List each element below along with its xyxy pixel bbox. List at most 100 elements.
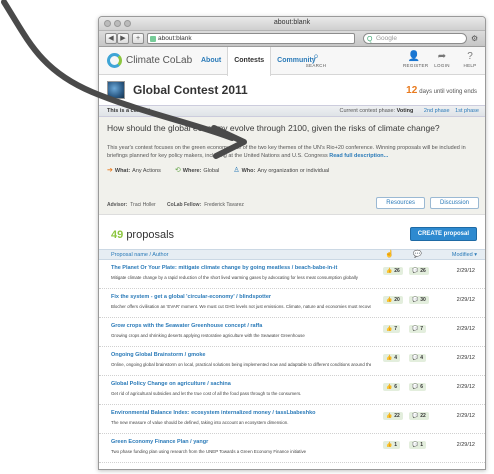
comment-icon: 💬 [412, 442, 419, 448]
resources-button[interactable]: Resources [376, 197, 425, 209]
days-remaining: 12 days until voting ends [406, 85, 477, 96]
votes-count: 4 [394, 355, 398, 361]
comments-count: 6 [420, 384, 424, 390]
proposal-author[interactable]: raffa [250, 323, 262, 329]
browser-window: about:blank ◀ ▶ + about:blank Q Google ⚙ … [98, 16, 486, 470]
url-text: about:blank [158, 35, 192, 42]
comments-badge: 💬 26 [409, 267, 429, 275]
col-comments-icon[interactable]: 💬 [413, 250, 422, 260]
back-arrow-icon[interactable]: ◀ [105, 33, 117, 44]
contest-type-label: This is a contest [107, 108, 151, 114]
proposal-title[interactable]: Green Economy Finance Plan [111, 439, 189, 445]
search-button[interactable]: ⌕ SEARCH [305, 51, 327, 68]
search-icon: ⌕ [313, 51, 319, 62]
comments-count: 30 [420, 297, 426, 303]
thumbs-up-icon: 👍 [386, 268, 393, 274]
proposal-name[interactable]: The Planet Or Your Plate: mitigate clima… [111, 265, 337, 271]
site-logo[interactable]: Climate CoLab [107, 53, 192, 68]
phase-bar: This is a contest Current contest phase:… [99, 105, 485, 117]
help-label: HELP [463, 63, 477, 68]
proposal-author[interactable]: tassLbabeshko [275, 410, 315, 416]
votes-count: 26 [394, 268, 400, 274]
create-proposal-button[interactable]: CREATE proposal [409, 227, 477, 241]
comments-count: 7 [420, 326, 424, 332]
proposals-count: 49 proposals [111, 229, 174, 241]
proposal-author[interactable]: beach-babe-in-it [295, 265, 337, 271]
comments-count: 22 [420, 413, 426, 419]
col-modified-header[interactable]: Modified ▾ [452, 250, 477, 260]
modified-label: Modified [451, 252, 473, 258]
table-row: Fix the system - get a global 'circular-… [99, 289, 485, 318]
window-title: about:blank [273, 19, 311, 26]
url-bar[interactable]: about:blank [147, 33, 355, 44]
proposals-list: The Planet Or Your Plate: mitigate clima… [99, 260, 485, 463]
login-arrow-icon: ➦ [437, 51, 447, 62]
proposal-author[interactable]: yangr [193, 439, 208, 445]
who-label: Who: [241, 168, 256, 174]
votes-badge: 👍 6 [383, 383, 401, 391]
login-button[interactable]: ➦ LOGIN [431, 51, 453, 68]
proposal-name[interactable]: Fix the system - get a global 'circular-… [111, 294, 271, 300]
proposal-name[interactable]: Green Economy Finance Plan / yangr [111, 439, 208, 445]
meta-who: ♙ Who: Any organization or individual [233, 166, 329, 174]
add-tab-icon[interactable]: + [132, 33, 144, 44]
proposal-title[interactable]: Environmental Balance Index: ecosystem i… [111, 410, 271, 416]
discussion-button[interactable]: Discussion [429, 197, 479, 209]
days-label: days until voting ends [419, 89, 477, 95]
comment-icon: 💬 [412, 384, 419, 390]
comment-icon: 💬 [412, 268, 419, 274]
read-more-link[interactable]: Read full description... [329, 153, 388, 159]
proposal-summary: Two phase funding plan using research fr… [111, 449, 307, 454]
register-label: REGISTER [403, 63, 429, 68]
comment-icon: 💬 [412, 413, 419, 419]
votes-badge: 👍 26 [383, 267, 403, 275]
proposal-summary: Online, ongoing global brainstorm on loc… [111, 362, 371, 367]
advisor-name: Traci Holler [130, 202, 156, 208]
proposal-title[interactable]: Global Policy Change on agriculture [111, 381, 206, 387]
gear-icon[interactable]: ⚙ [471, 33, 481, 44]
logo-text: Climate CoLab [126, 55, 193, 66]
search-input[interactable]: Q Google [363, 33, 467, 44]
what-value: Any Actions [132, 168, 161, 174]
help-button[interactable]: ? HELP [459, 51, 481, 68]
proposal-author[interactable]: sachina [210, 381, 230, 387]
col-supporters-icon[interactable]: ☝ [385, 250, 394, 260]
proposal-name[interactable]: Ongoing Global Brainstorm / gmoke [111, 352, 205, 358]
register-button[interactable]: 👤 REGISTER [403, 51, 429, 68]
phase-link-2nd[interactable]: 2nd phase [424, 108, 450, 114]
table-row: Ongoing Global Brainstorm / gmoke Online… [99, 347, 485, 376]
contest-header: Global Contest 2011 12 days until voting … [99, 75, 485, 105]
proposals-label: proposals [126, 229, 175, 241]
proposal-title[interactable]: Ongoing Global Brainstorm [111, 352, 183, 358]
comments-count: 4 [420, 355, 424, 361]
votes-count: 1 [394, 442, 398, 448]
thumbs-up-icon: 👍 [386, 413, 393, 419]
comment-icon: 💬 [412, 355, 419, 361]
where-label: Where: [182, 168, 202, 174]
comments-badge: 💬 4 [409, 354, 427, 362]
current-phase: Voting [396, 108, 414, 114]
proposal-summary: Get rid of agricultural subsidies and le… [111, 391, 302, 396]
proposal-name[interactable]: Global Policy Change on agriculture / sa… [111, 381, 231, 387]
table-row: Environmental Balance Index: ecosystem i… [99, 405, 485, 434]
proposal-author[interactable]: blindspotter [239, 294, 271, 300]
proposal-author[interactable]: gmoke [188, 352, 206, 358]
proposal-title[interactable]: The Planet Or Your Plate: mitigate clima… [111, 265, 290, 271]
proposal-name[interactable]: Environmental Balance Index: ecosystem i… [111, 410, 316, 416]
contest-globe-image [107, 81, 125, 99]
votes-badge: 👍 20 [383, 296, 403, 304]
col-name-header[interactable]: Proposal name / Author [111, 250, 168, 260]
register-icon: 👤 [407, 51, 421, 62]
table-row: Green Economy Finance Plan / yangr Two p… [99, 434, 485, 463]
contest-question: How should the global economy evolve thr… [107, 123, 440, 133]
proposal-title[interactable]: Grow crops with the Seawater Greenhouse … [111, 323, 246, 329]
proposal-title[interactable]: Fix the system - get a global 'circular-… [111, 294, 235, 300]
modified-date: 2/29/12 [456, 326, 475, 332]
contest-buttons: Resources Discussion [376, 197, 479, 209]
forward-arrow-icon[interactable]: ▶ [117, 33, 129, 44]
modified-date: 2/29/12 [456, 442, 475, 448]
nav-contests[interactable]: Contests [227, 47, 272, 76]
phase-link-1st[interactable]: 1st phase [455, 108, 479, 114]
nav-about[interactable]: About [195, 47, 227, 75]
proposal-name[interactable]: Grow crops with the Seawater Greenhouse … [111, 323, 262, 329]
